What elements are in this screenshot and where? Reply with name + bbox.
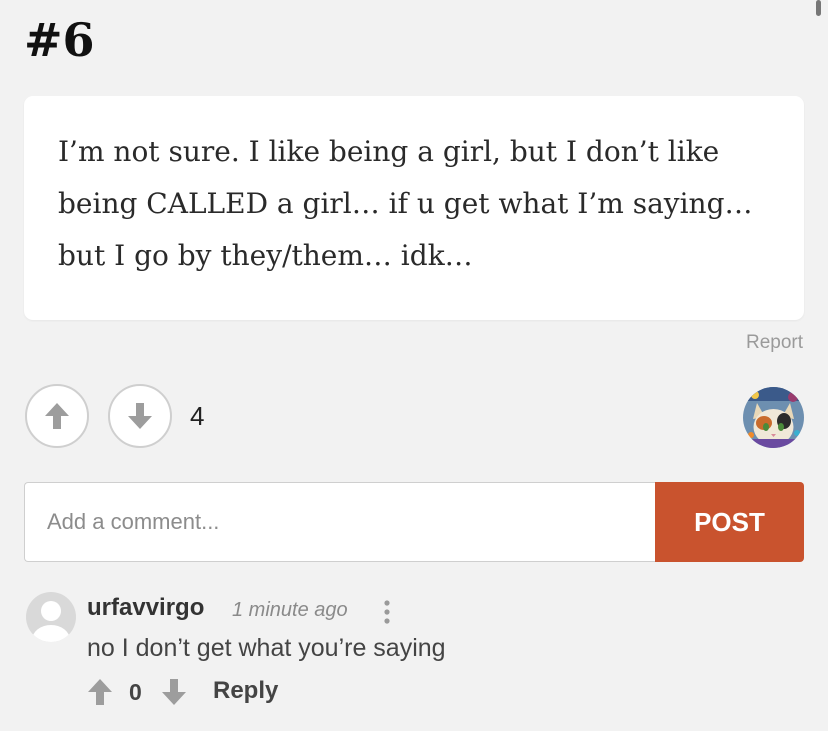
more-vertical-icon bbox=[384, 600, 390, 624]
report-link[interactable]: Report bbox=[746, 332, 803, 354]
arrow-down-icon bbox=[162, 679, 186, 705]
arrow-up-icon bbox=[45, 403, 69, 429]
commenter-avatar[interactable] bbox=[26, 592, 76, 642]
vote-count: 4 bbox=[190, 401, 205, 431]
post-text: I’m not sure. I like being a girl, but I… bbox=[58, 135, 753, 272]
entry-number: #6 bbox=[24, 13, 95, 67]
arrow-up-icon bbox=[88, 679, 112, 705]
cat-avatar-icon bbox=[743, 387, 804, 448]
post-button[interactable]: POST bbox=[655, 482, 804, 562]
default-user-avatar-icon bbox=[26, 592, 76, 642]
comment-username[interactable]: urfavvirgo bbox=[87, 594, 204, 622]
reply-button[interactable]: Reply bbox=[213, 677, 278, 705]
downvote-button[interactable] bbox=[108, 384, 172, 448]
comment-upvote-button[interactable] bbox=[87, 678, 113, 706]
comment-menu-button[interactable] bbox=[380, 598, 394, 626]
comment-vote-count: 0 bbox=[129, 679, 142, 705]
arrow-down-icon bbox=[128, 403, 152, 429]
author-avatar[interactable] bbox=[743, 387, 804, 448]
comment-input[interactable] bbox=[24, 482, 656, 562]
comment-timestamp: 1 minute ago bbox=[232, 599, 348, 621]
upvote-button[interactable] bbox=[25, 384, 89, 448]
comment-downvote-button[interactable] bbox=[161, 678, 187, 706]
scrollbar-thumb[interactable] bbox=[816, 0, 821, 16]
comment-text: no I don’t get what you’re saying bbox=[87, 634, 446, 662]
post-card: I’m not sure. I like being a girl, but I… bbox=[24, 96, 804, 320]
